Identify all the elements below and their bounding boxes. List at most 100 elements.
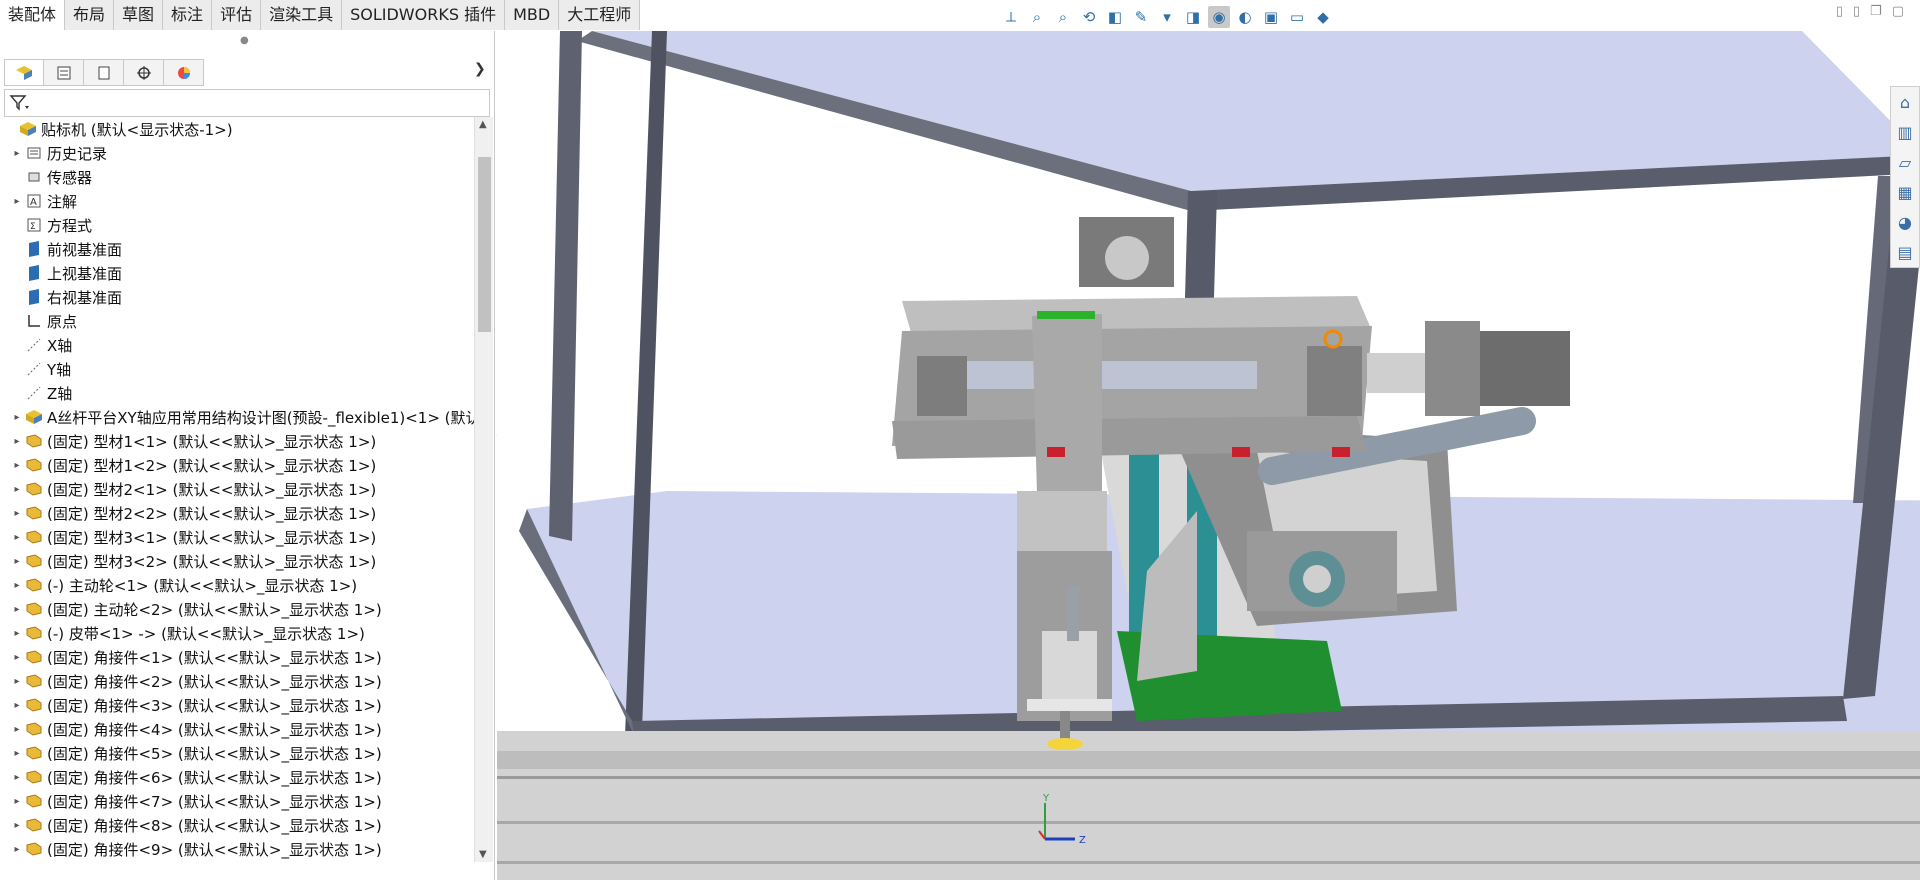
tab-2[interactable]: 草图 [114,0,164,30]
tree-item[interactable]: 传感器 [10,165,92,189]
more-tabs-chevron-icon[interactable]: ❯ [474,61,486,77]
edit-appearance-icon[interactable]: ◐ [1234,6,1256,28]
appearances-icon[interactable]: ◕ [1891,207,1919,237]
tree-item[interactable]: X轴 [10,333,72,357]
tab-3[interactable]: 标注 [163,0,213,30]
expand-icon[interactable]: ▸ [10,532,24,543]
solidworks-resources-icon[interactable]: ⌂ [1891,87,1919,117]
view-orientation-icon[interactable]: ⟂ [1000,6,1022,28]
scroll-down-icon[interactable]: ▼ [479,849,487,860]
expand-icon[interactable]: ▸ [10,604,24,615]
expand-icon[interactable]: ▸ [10,820,24,831]
expand-icon[interactable]: ▸ [10,148,24,159]
scrollbar-thumb[interactable] [478,157,491,332]
tree-item[interactable]: ▸ (固定) 角接件<8> (默认<<默认>_显示状态 1>) [10,813,381,837]
tree-item[interactable]: 前视基准面 [10,237,122,261]
panel-grip-icon[interactable]: ● [240,35,249,46]
expand-icon[interactable]: ▸ [10,844,24,855]
tab-8[interactable]: 大工程师 [559,0,641,30]
expand-icon[interactable]: ▸ [10,412,24,423]
expand-icon[interactable]: ▸ [10,748,24,759]
tab-7[interactable]: MBD [505,0,560,30]
zoom-area-icon[interactable]: ⌕ [1052,6,1074,28]
tab-4[interactable]: 评估 [212,0,262,30]
tree-item[interactable]: ▸ A 注解 [10,189,77,213]
design-library-icon[interactable]: ▥ [1891,117,1919,147]
restore-icon[interactable]: ❐ [1870,4,1882,19]
tree-item[interactable]: ▸ (固定) 型材2<2> (默认<<默认>_显示状态 1>) [10,501,376,525]
tree-item[interactable]: ▸ (固定) 型材1<2> (默认<<默认>_显示状态 1>) [10,453,376,477]
tree-item[interactable]: Y轴 [10,357,71,381]
tree-item[interactable]: ▸ (固定) 角接件<2> (默认<<默认>_显示状态 1>) [10,669,381,693]
expand-icon[interactable]: ▸ [10,460,24,471]
tile-2-icon[interactable]: ▯ [1853,4,1860,19]
tile-icon[interactable]: ▯ [1836,4,1843,19]
expand-icon[interactable]: ▸ [10,556,24,567]
tree-vertical-scrollbar[interactable]: ▲ ▼ [474,117,493,862]
assembly-model-view[interactable] [497,31,1920,880]
custom-properties-icon[interactable]: ▤ [1891,237,1919,267]
display-icon[interactable]: ◆ [1312,6,1334,28]
tab-6[interactable]: SOLIDWORKS 插件 [342,0,506,30]
tree-item[interactable]: ▸ (固定) 角接件<4> (默认<<默认>_显示状态 1>) [10,717,381,741]
dimxpertmanager-tab-icon[interactable] [124,59,164,86]
tree-item[interactable]: ▸ A丝杆平台XY轴应用常用结构设计图(预設-_flexible1)<1> (默认 [10,405,474,429]
view-orientation-dropdown-icon[interactable]: ▾ [1156,6,1178,28]
expand-icon[interactable]: ▸ [10,628,24,639]
zoom-to-fit-icon[interactable]: ⌕ [1026,6,1048,28]
tree-item[interactable]: ▸ (固定) 型材3<2> (默认<<默认>_显示状态 1>) [10,549,376,573]
expand-icon[interactable]: ▸ [10,652,24,663]
expand-icon[interactable]: ▸ [10,700,24,711]
tab-0[interactable]: 装配体 [0,0,66,30]
tree-item[interactable]: ▸ (-) 皮带<1> -> (默认<<默认>_显示状态 1>) [10,621,364,645]
tree-item[interactable]: ▸ (-) 主动轮<1> (默认<<默认>_显示状态 1>) [10,573,357,597]
dynamic-annotation-icon[interactable]: ✎ [1130,6,1152,28]
expand-icon[interactable]: ▸ [10,508,24,519]
hide-show-items-icon[interactable]: ◉ [1208,6,1230,28]
tree-item[interactable]: ▸ (固定) 角接件<9> (默认<<默认>_显示状态 1>) [10,837,381,861]
featuremanager-tab-icon[interactable] [4,59,44,86]
tree-item[interactable]: 上视基准面 [10,261,122,285]
tree-item[interactable]: ▸ (固定) 型材2<1> (默认<<默认>_显示状态 1>) [10,477,376,501]
x-motor-flange [1425,321,1480,416]
tree-item[interactable]: ▸ 历史记录 [10,141,107,165]
tree-item[interactable]: 原点 [10,309,77,333]
previous-view-icon[interactable]: ⟲ [1078,6,1100,28]
file-explorer-icon[interactable]: ▱ [1891,147,1919,177]
tree-item[interactable]: ▸ (固定) 角接件<5> (默认<<默认>_显示状态 1>) [10,741,381,765]
tree-item[interactable]: ▸ (固定) 角接件<3> (默认<<默认>_显示状态 1>) [10,693,381,717]
tree-item[interactable]: Σ 方程式 [10,213,92,237]
expand-icon[interactable]: ▸ [10,484,24,495]
expand-icon[interactable]: ▸ [10,796,24,807]
graphics-area[interactable]: Y Z [497,31,1920,880]
view-settings-icon[interactable]: ▭ [1286,6,1308,28]
tree-item[interactable]: ▸ (固定) 型材3<1> (默认<<默认>_显示状态 1>) [10,525,376,549]
tree-item[interactable]: ▸ (固定) 角接件<1> (默认<<默认>_显示状态 1>) [10,645,381,669]
tree-item[interactable]: ▸ (固定) 型材1<1> (默认<<默认>_显示状态 1>) [10,429,376,453]
expand-icon[interactable]: ▸ [10,436,24,447]
expand-icon[interactable]: ▸ [10,772,24,783]
section-view-icon[interactable]: ◧ [1104,6,1126,28]
tree-filter[interactable] [4,89,490,117]
tree-item[interactable]: 右视基准面 [10,285,122,309]
display-style-icon[interactable]: ◨ [1182,6,1204,28]
displaymanager-tab-icon[interactable] [164,59,204,86]
tab-1[interactable]: 布局 [65,0,115,30]
tree-item[interactable]: ▸ (固定) 角接件<6> (默认<<默认>_显示状态 1>) [10,765,381,789]
view-palette-icon[interactable]: ▦ [1891,177,1919,207]
maximize-icon[interactable]: ▢ [1892,4,1904,19]
configurationmanager-tab-icon[interactable] [84,59,124,86]
scroll-up-icon[interactable]: ▲ [479,119,487,130]
expand-icon[interactable]: ▸ [10,196,24,207]
tab-5[interactable]: 渲染工具 [261,0,343,30]
expand-icon[interactable]: ▸ [10,676,24,687]
tree-item[interactable]: ▸ (固定) 角接件<7> (默认<<默认>_显示状态 1>) [10,789,381,813]
tree-root-assembly[interactable]: 贴标机 (默认<显示状态-1>) [4,117,233,141]
tree-item[interactable]: Z轴 [10,381,72,405]
propertymanager-tab-icon[interactable] [44,59,84,86]
sensor-icon [24,167,44,187]
expand-icon[interactable]: ▸ [10,724,24,735]
apply-scene-icon[interactable]: ▣ [1260,6,1282,28]
tree-item[interactable]: ▸ (固定) 主动轮<2> (默认<<默认>_显示状态 1>) [10,597,381,621]
expand-icon[interactable]: ▸ [10,580,24,591]
